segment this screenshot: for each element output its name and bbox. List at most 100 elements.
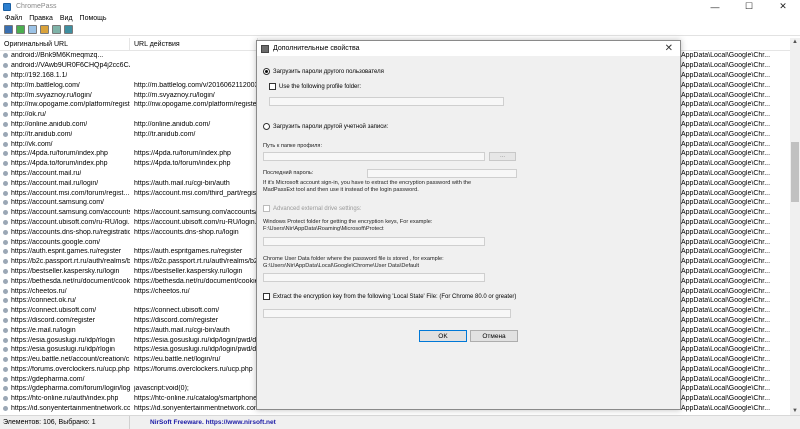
cell-original-url: http://m.svyaznoy.ru/login/: [0, 92, 130, 99]
find-icon[interactable]: [52, 24, 61, 34]
key-icon: [3, 200, 8, 206]
exit-icon[interactable]: [64, 24, 73, 34]
menu-edit[interactable]: Правка: [28, 15, 59, 22]
maximize-button[interactable]: ☐: [732, 0, 766, 13]
column-original-url[interactable]: Оригинальный URL: [0, 38, 130, 50]
cell-file-path: \AppData\Local\Google\Chr...: [679, 130, 771, 138]
cell-original-url: https://account.samsung.com/: [0, 199, 130, 206]
cell-action-url: https://connect.ubisoft.com/: [134, 307, 220, 315]
cell-action-url: https://auth.mail.ru/cgi-bin/auth: [134, 326, 230, 334]
original-url-text: https://id.sonyentertainmentnetwork.co..…: [11, 405, 130, 413]
cell-file-path: \AppData\Local\Google\Chr...: [679, 52, 771, 60]
checkbox-icon[interactable]: [263, 293, 270, 300]
nirsoft-link[interactable]: NirSoft Freeware. https://www.nirsoft.ne…: [150, 419, 276, 426]
use-profile-folder-checkbox[interactable]: Use the following profile folder:: [269, 83, 361, 90]
protect-folder-label: Windows Protect folder for getting the e…: [263, 219, 433, 225]
cell-action-url: https://auth.mail.ru/cgi-bin/auth: [134, 179, 230, 187]
menu-view[interactable]: Вид: [59, 15, 79, 22]
protect-folder-example: F:\Users\Nir\AppData\Roaming\Microsoft\P…: [263, 226, 384, 232]
close-button[interactable]: ✕: [766, 0, 800, 13]
cell-file-path: \AppData\Local\Google\Chr...: [679, 405, 771, 413]
scroll-up-icon[interactable]: ▲: [790, 38, 800, 46]
cell-original-url: https://b2c.passport.rt.ru/auth/realms/b…: [0, 258, 130, 265]
menu-file[interactable]: Файл: [4, 15, 28, 22]
radio-other-user-label: Загрузить пароли другого пользователя: [273, 68, 384, 75]
cell-action-url: https://cheetos.ru/: [134, 287, 190, 295]
dialog-close-button[interactable]: ✕: [665, 43, 673, 54]
cell-original-url: https://account.mail.ru/: [0, 170, 130, 177]
cell-action-url: http://tr.anidub.com/: [134, 130, 196, 138]
profile-path-field[interactable]: [263, 152, 485, 161]
cell-action-url: https://bestseller.kaspersky.ru/login: [134, 267, 243, 275]
checkbox-disabled-icon: [263, 205, 270, 212]
vertical-scrollbar[interactable]: ▲ ▼: [790, 38, 800, 415]
radio-other-account[interactable]: Загрузить пароли другой учетной записи:: [263, 123, 388, 130]
original-url-text: https://4pda.ru/forum/index.php: [11, 150, 108, 158]
cell-original-url: https://accounts.dns-shop.ru/registratio…: [0, 229, 130, 236]
cell-action-url: http://m.svyaznoy.ru/login/: [134, 91, 215, 99]
cell-original-url: http://m.battlelog.com/: [0, 82, 130, 89]
dialog-titlebar: Дополнительные свойства ✕: [257, 41, 680, 57]
dialog-body: Загрузить пароли другого пользователя Us…: [257, 57, 680, 409]
cell-action-url: https://account.ubisoft.com/ru-RU/login.…: [134, 218, 258, 226]
cell-original-url: https://connect.ok.ru/: [0, 297, 130, 304]
checkbox-icon[interactable]: [269, 83, 276, 90]
chrome-folder-label: Chrome User Data folder where the passwo…: [263, 256, 444, 262]
original-url-text: https://account.samsung.com/: [11, 199, 104, 207]
browse-button[interactable]: ...: [489, 152, 516, 161]
cell-original-url: https://auth.esprit.games.ru/register: [0, 248, 130, 255]
cell-original-url: https://bestseller.kaspersky.ru/login: [0, 268, 130, 275]
key-icon: [3, 366, 8, 372]
advanced-drive-label: Advanced external drive settings:: [273, 205, 362, 212]
original-url-text: https://account.mail.ru/login/: [11, 179, 99, 187]
key-icon: [3, 298, 8, 304]
cell-action-url: https://eu.battle.net/login/ru/: [134, 356, 221, 364]
radio-unselected-icon[interactable]: [263, 123, 270, 130]
cell-original-url: https://account.mail.ru/login/: [0, 180, 130, 187]
cell-original-url: https://id.sonyentertainmentnetwork.co..…: [0, 405, 130, 412]
cell-original-url: https://account.ubisoft.com/ru-RU/logi..…: [0, 219, 130, 226]
local-state-checkbox[interactable]: Extract the encryption key from the foll…: [263, 293, 516, 300]
cell-file-path: \AppData\Local\Google\Chr...: [679, 101, 771, 109]
minimize-button[interactable]: —: [698, 0, 732, 13]
ok-button[interactable]: OK: [419, 330, 467, 342]
key-icon: [3, 161, 8, 167]
chrome-folder-example: G:\Users\Nir\AppData\Local\Google\Chrome…: [263, 263, 420, 269]
last-password-field[interactable]: [367, 169, 517, 178]
cancel-button[interactable]: Отмена: [470, 330, 518, 342]
cell-file-path: \AppData\Local\Google\Chr...: [679, 365, 771, 373]
original-url-text: http://ok.ru/: [11, 111, 47, 119]
properties-icon[interactable]: [40, 24, 49, 34]
key-icon: [3, 288, 8, 294]
radio-selected-icon[interactable]: [263, 68, 270, 75]
key-icon: [3, 151, 8, 157]
radio-other-user[interactable]: Загрузить пароли другого пользователя: [263, 68, 384, 75]
profile-folder-field[interactable]: [269, 97, 504, 106]
local-state-field[interactable]: [263, 309, 511, 318]
column-action-url[interactable]: URL действия: [130, 38, 258, 50]
scrollbar-thumb[interactable]: [791, 142, 799, 202]
save-icon[interactable]: [4, 24, 13, 34]
key-icon: [3, 386, 8, 392]
original-url-text: https://htc-online.ru/auth/index.php: [11, 395, 119, 403]
key-icon: [3, 63, 8, 69]
key-icon: [3, 249, 8, 255]
protect-folder-field[interactable]: [263, 237, 485, 246]
cell-file-path: \AppData\Local\Google\Chr...: [679, 267, 771, 275]
key-icon: [3, 239, 8, 245]
key-icon: [3, 406, 8, 412]
cell-original-url: http://192.168.1.1/: [0, 72, 130, 79]
copy-icon[interactable]: [28, 24, 37, 34]
cell-action-url: http://online.anidub.com/: [134, 120, 211, 128]
key-icon: [3, 376, 8, 382]
original-url-text: android://VAwb9UR0F6CHQp4j2cc6CJ...: [11, 62, 130, 70]
scroll-down-icon[interactable]: ▼: [790, 407, 800, 415]
original-url-text: http://vk.com/: [11, 140, 53, 148]
refresh-icon[interactable]: [16, 24, 25, 34]
cell-original-url: https://accounts.google.com/: [0, 239, 130, 246]
cell-file-path: \AppData\Local\Google\Chr...: [679, 385, 771, 393]
key-icon: [3, 102, 8, 108]
cell-original-url: https://gdepharma.com/forum/login/logi..…: [0, 385, 130, 392]
chrome-folder-field[interactable]: [263, 273, 485, 282]
menu-help[interactable]: Помощь: [79, 15, 113, 22]
